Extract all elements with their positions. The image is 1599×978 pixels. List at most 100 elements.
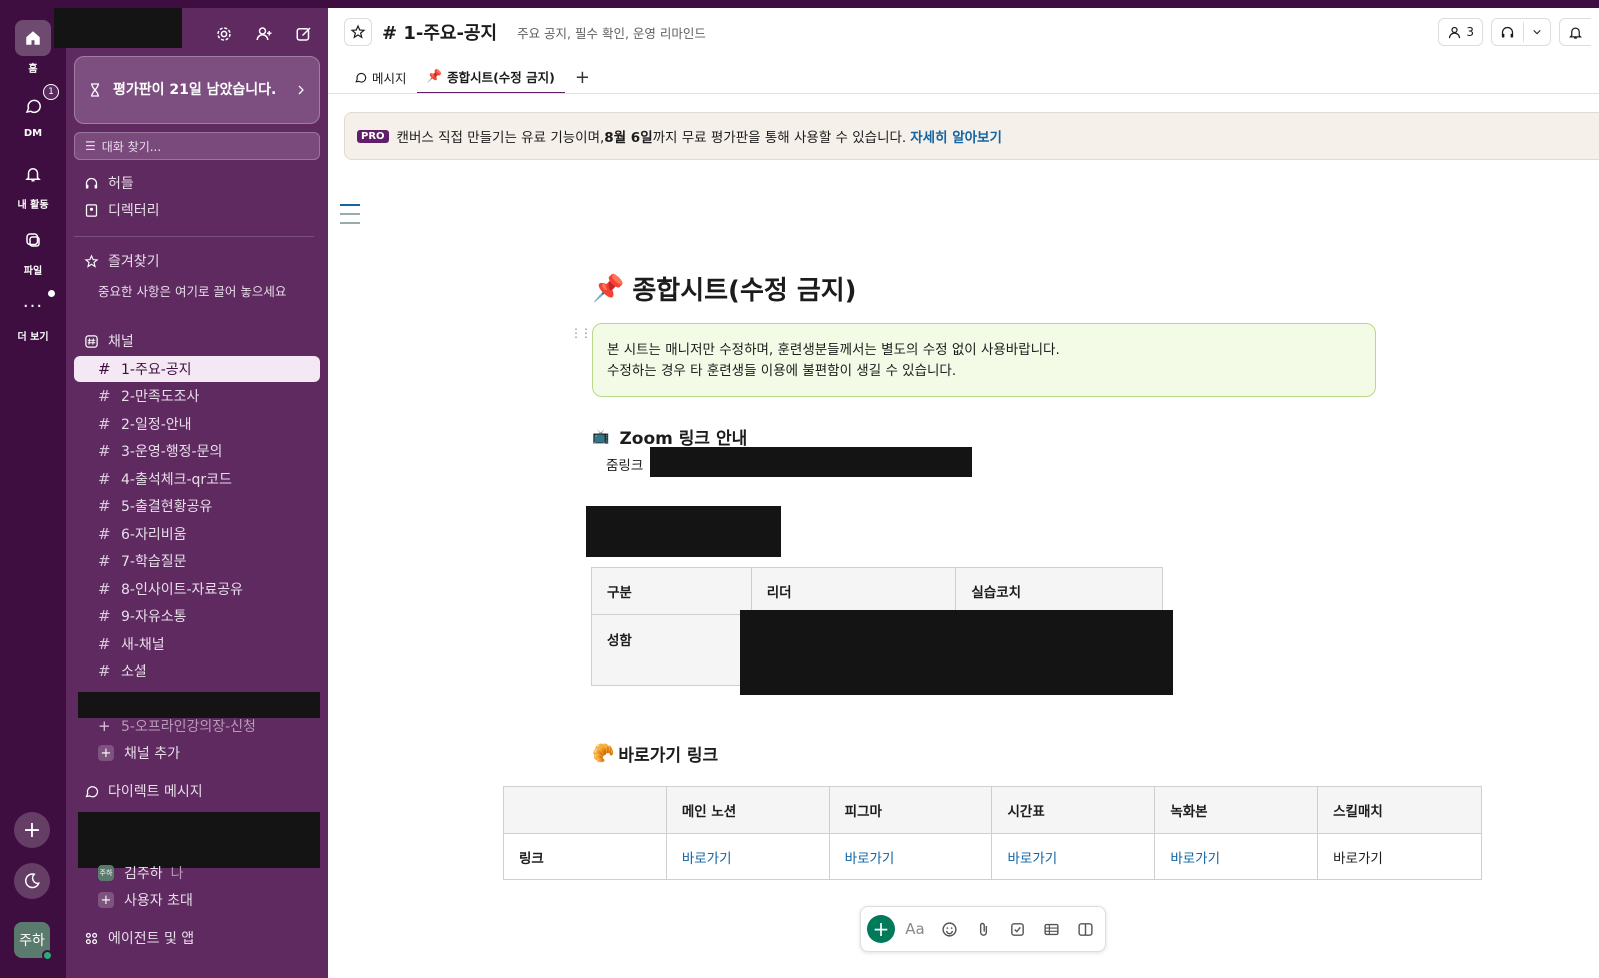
sidebar-divider: [74, 236, 314, 237]
sidebar-channel-offline[interactable]: +5-오프라인강의장-신청: [74, 713, 320, 739]
sidebar-section-dm[interactable]: 다이렉트 메시지: [74, 778, 320, 804]
sidebar-section-agents[interactable]: 에이전트 및 앱: [74, 925, 320, 951]
outline-toggle-icon[interactable]: [340, 204, 360, 231]
format-button[interactable]: Aa: [901, 915, 929, 943]
channel-label: 5-출결현황공유: [121, 499, 213, 515]
sidebar-item-directory[interactable]: 디렉터리: [74, 197, 320, 223]
pro-badge: PRO: [357, 129, 389, 143]
trial-banner[interactable]: 평가판이 21일 남았습니다.: [74, 56, 320, 124]
checkbox-icon: [1010, 922, 1024, 936]
star-icon: [350, 24, 366, 39]
sidebar-channel-9[interactable]: #8-인사이트-자료공유: [74, 576, 320, 602]
sidebar-channel-4[interactable]: #3-운영-행정-문의: [74, 438, 320, 464]
notice-callout: 본 시트는 매니저만 수정하며, 훈련생분들께서는 별도의 수정 없이 사용바랍…: [592, 323, 1376, 397]
sidebar-channel-12[interactable]: # 소셜: [74, 658, 320, 684]
table-header-cell: 시간표: [991, 786, 1156, 834]
user-avatar[interactable]: 주하: [14, 922, 53, 961]
sidebar-channel-7[interactable]: #6-자리비움: [74, 521, 320, 547]
sidebar-channel-5[interactable]: #4-출석체크-qr코드: [74, 466, 320, 492]
plus-icon: +: [98, 892, 114, 908]
sidebar-item-label: 허들: [108, 176, 134, 192]
star-channel-button[interactable]: [344, 18, 372, 46]
table-icon: [1043, 923, 1059, 935]
members-button[interactable]: 3: [1438, 18, 1483, 46]
chevron-down-icon[interactable]: [1532, 27, 1542, 37]
sidebar-channel-1[interactable]: #1-주요-공지: [74, 356, 320, 382]
canvas-title: 📌 종합시트(수정 금지): [592, 270, 857, 307]
more-icon: ···: [15, 288, 55, 324]
pin-icon: 📌: [592, 273, 625, 304]
skillmatch-link[interactable]: 바로가기: [1317, 833, 1482, 880]
hash-icon: #: [98, 607, 111, 625]
tab-messages[interactable]: 메시지: [344, 60, 417, 94]
channel-label: 9-자유소통: [121, 609, 187, 625]
rail-more[interactable]: ··· 더 보기: [0, 288, 66, 343]
channel-title[interactable]: # 1-주요-공지: [382, 19, 497, 45]
callout-line: 수정하는 경우 타 훈련생들 이용에 불편함이 생길 수 있습니다.: [607, 363, 957, 379]
table-header-cell: 메인 노션: [665, 786, 830, 834]
more-dot: [48, 290, 55, 297]
sidebar-channel-2[interactable]: #2-만족도조사: [74, 383, 320, 409]
tab-canvas[interactable]: 📌 종합시트(수정 금지): [416, 60, 565, 94]
notifications-button[interactable]: [1559, 18, 1591, 46]
attach-button[interactable]: [969, 915, 997, 943]
add-tab-button[interactable]: +: [565, 60, 600, 94]
table-header-cell: 피그마: [828, 786, 993, 834]
sidebar-item-huddle[interactable]: 허들: [74, 170, 320, 196]
learn-more-link[interactable]: 자세히 알아보기: [910, 126, 1002, 146]
plus-icon: +: [22, 817, 42, 843]
notion-link[interactable]: 바로가기: [665, 833, 830, 880]
rail-activity[interactable]: 내 활동: [0, 156, 66, 211]
checklist-button[interactable]: [1003, 915, 1031, 943]
hash-icon: #: [98, 580, 111, 598]
add-workspace-button[interactable]: +: [14, 812, 50, 848]
channel-label: 3-운영-행정-문의: [121, 444, 223, 460]
dm-self-name: 김주하: [124, 866, 163, 882]
hash-icon: #: [98, 360, 111, 378]
main-pane: # 1-주요-공지 주요 공지, 필수 확인, 운영 리마인드 3 메시지 📌 …: [328, 8, 1599, 978]
recording-link[interactable]: 바로가기: [1154, 833, 1319, 880]
table-button[interactable]: [1037, 915, 1065, 943]
hash-icon: #: [98, 525, 111, 543]
table-header-cell: 녹화본: [1154, 786, 1319, 834]
drag-handle-icon[interactable]: ⋮⋮: [570, 326, 592, 340]
sidebar-section-channels[interactable]: 채널: [74, 328, 320, 354]
star-icon: [82, 253, 100, 269]
conversation-search-input[interactable]: ☰ 대화 찾기...: [74, 132, 320, 160]
channel-label: 7-학습질문: [121, 554, 187, 570]
rail-files[interactable]: 파일: [0, 222, 66, 277]
channels-icon: [82, 334, 100, 349]
settings-button[interactable]: [212, 22, 236, 46]
insert-button[interactable]: +: [867, 915, 895, 943]
zoom-link-label: 줌링크: [606, 458, 644, 474]
redacted-heading: [586, 506, 781, 557]
invite-user-button[interactable]: + 사용자 초대: [74, 887, 320, 913]
invite-people-button[interactable]: [252, 22, 276, 46]
dm-self[interactable]: 주하 김주하 나: [74, 860, 320, 886]
sidebar-section-favorites[interactable]: 즐겨찾기: [74, 248, 320, 274]
sidebar-section-label: 채널: [108, 334, 134, 350]
columns-button[interactable]: [1071, 915, 1099, 943]
tv-icon: 📺: [592, 428, 610, 445]
huddle-button[interactable]: [1491, 18, 1551, 46]
compose-button[interactable]: [292, 22, 316, 46]
sidebar-channel-3[interactable]: #2-일정-안내: [74, 411, 320, 437]
sidebar-channel-8[interactable]: #7-학습질문: [74, 548, 320, 574]
emoji-button[interactable]: [935, 915, 963, 943]
headphones-icon: [1501, 26, 1514, 37]
sidebar-channel-11[interactable]: # 새-채널: [74, 631, 320, 657]
rail-dm[interactable]: 1 DM: [0, 84, 66, 139]
channel-label: 2-만족도조사: [121, 389, 200, 405]
hash-icon: #: [98, 442, 111, 460]
invite-user-label: 사용자 초대: [124, 893, 193, 909]
sidebar-channel-10[interactable]: #9-자유소통: [74, 603, 320, 629]
directory-icon: [82, 203, 100, 218]
figma-link[interactable]: 바로가기: [828, 833, 993, 880]
sidebar-channel-6[interactable]: #5-출결현황공유: [74, 493, 320, 519]
theme-toggle-button[interactable]: [14, 863, 50, 899]
sidebar-section-label: 에이전트 및 앱: [108, 931, 195, 947]
redacted-workspace-name: [54, 8, 182, 48]
add-channel-button[interactable]: + 채널 추가: [74, 740, 320, 766]
timetable-link[interactable]: 바로가기: [991, 833, 1156, 880]
channel-label: 소셜: [121, 664, 147, 680]
